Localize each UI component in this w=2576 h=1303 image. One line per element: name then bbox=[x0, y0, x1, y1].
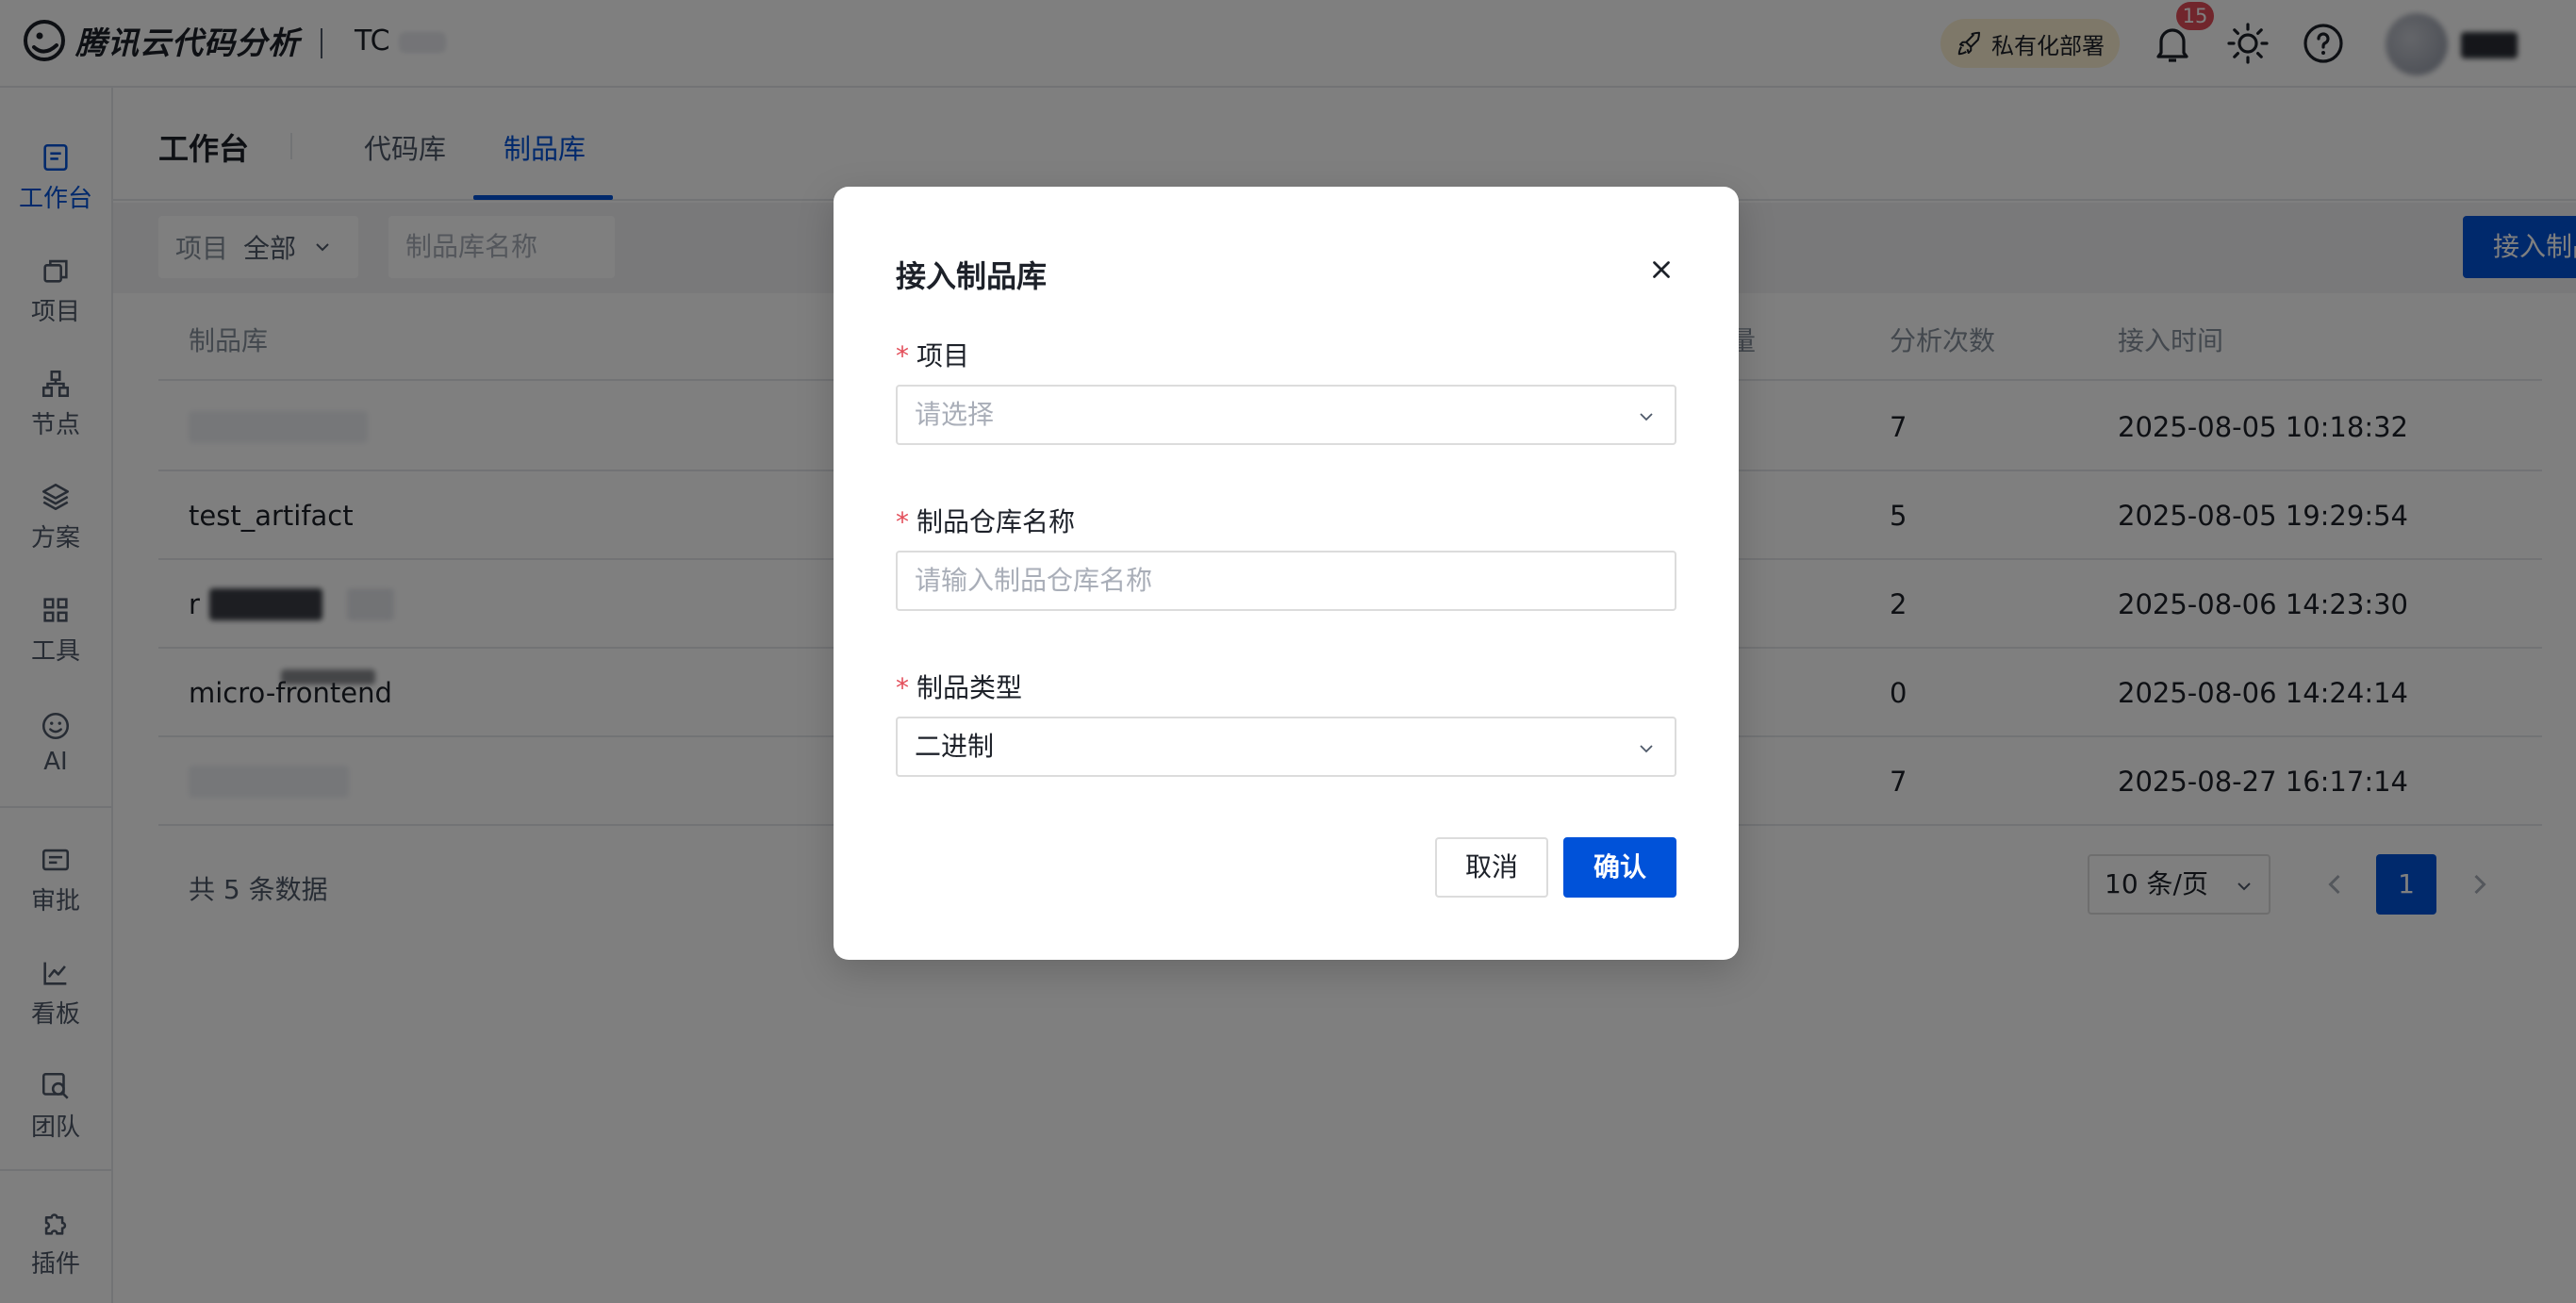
chevron-down-icon bbox=[1640, 745, 1653, 753]
confirm-button[interactable]: 确认 bbox=[1563, 837, 1676, 898]
repo-name-field-label-text: 制品仓库名称 bbox=[916, 506, 1076, 537]
cancel-button[interactable]: 取消 bbox=[1435, 837, 1548, 898]
close-icon[interactable] bbox=[1644, 253, 1678, 287]
repo-name-field-label: * 制品仓库名称 bbox=[896, 502, 1075, 539]
required-mark: * bbox=[896, 506, 909, 537]
repo-name-input-placeholder: 请输入制品仓库名称 bbox=[915, 565, 1153, 596]
project-field-label-text: 项目 bbox=[916, 340, 970, 371]
required-mark: * bbox=[896, 340, 909, 371]
artifact-type-value: 二进制 bbox=[915, 731, 995, 762]
project-field-label: * 项目 bbox=[896, 336, 969, 373]
artifact-type-field-label: * 制品类型 bbox=[896, 668, 1022, 705]
dialog-title: 接入制品库 bbox=[896, 258, 1048, 294]
artifact-type-field-label-text: 制品类型 bbox=[916, 672, 1023, 703]
chevron-down-icon bbox=[1640, 413, 1653, 421]
artifact-type-select[interactable]: 二进制 bbox=[896, 717, 1676, 777]
project-select-placeholder: 请选择 bbox=[915, 399, 995, 430]
repo-name-input[interactable]: 请输入制品仓库名称 bbox=[896, 551, 1676, 611]
add-artifact-repo-dialog: 接入制品库 * 项目 请选择 * 制品仓库名称 请输入制品仓库名称 * 制品类型 二进… bbox=[834, 187, 1739, 960]
required-mark: * bbox=[896, 672, 909, 703]
project-select[interactable]: 请选择 bbox=[896, 385, 1676, 445]
